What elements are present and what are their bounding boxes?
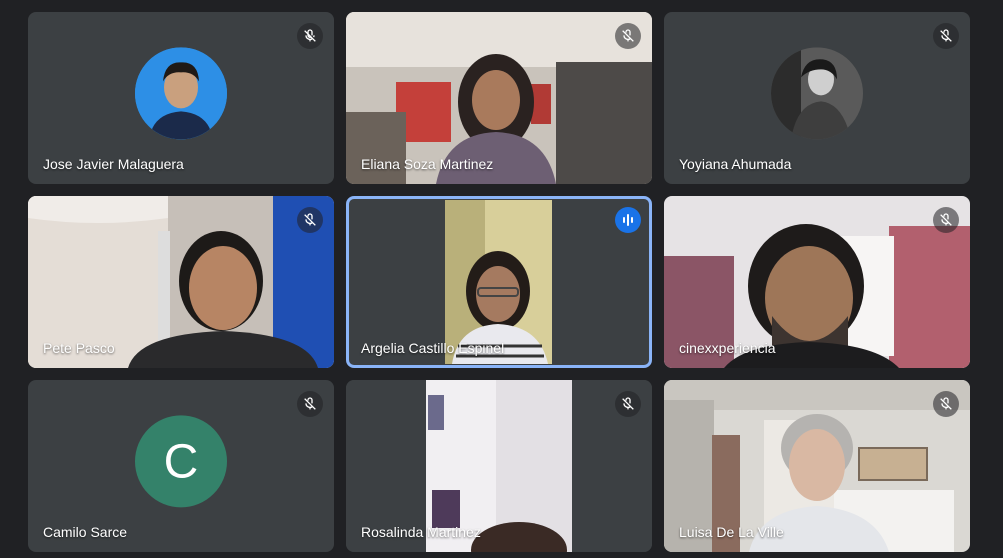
participant-tile[interactable]: Rosalinda Martinez [346, 380, 652, 552]
mic-off-icon [933, 207, 959, 233]
participant-tile[interactable]: Yoyiana Ahumada [664, 12, 970, 184]
mic-off-icon [933, 391, 959, 417]
mic-off-icon [297, 391, 323, 417]
participant-name: Luisa De La Ville [679, 524, 784, 540]
participant-tile[interactable]: Luisa De La Ville [664, 380, 970, 552]
participant-tile[interactable]: Jose Javier Malaguera [28, 12, 334, 184]
mic-off-icon [615, 23, 641, 49]
mic-off-icon [933, 23, 959, 49]
participant-tile-active-speaker[interactable]: Argelia Castillo Espinel [346, 196, 652, 368]
audio-level-icon [615, 207, 641, 233]
participant-name: Yoyiana Ahumada [679, 156, 792, 172]
participant-tile[interactable]: C Camilo Sarce [28, 380, 334, 552]
avatar [771, 47, 863, 140]
participant-name: Pete Pasco [43, 340, 115, 356]
participant-name: Rosalinda Martinez [361, 524, 481, 540]
participant-name: Camilo Sarce [43, 524, 128, 540]
participant-name: Jose Javier Malaguera [43, 156, 184, 172]
avatar [135, 47, 227, 140]
participant-tile[interactable]: cinexxperiencia [664, 196, 970, 368]
participant-name: Eliana Soza Martinez [361, 156, 494, 172]
participant-tile[interactable]: Eliana Soza Martinez [346, 12, 652, 184]
participant-name: Argelia Castillo Espinel [361, 340, 505, 356]
avatar: C [135, 415, 227, 508]
participant-name: cinexxperiencia [679, 340, 776, 356]
mic-off-icon [297, 207, 323, 233]
mic-off-icon [297, 23, 323, 49]
mic-off-icon [615, 391, 641, 417]
participant-tile[interactable]: Pete Pasco [28, 196, 334, 368]
participant-grid: Jose Javier Malaguera Eliana Soza Martin… [0, 0, 1003, 558]
